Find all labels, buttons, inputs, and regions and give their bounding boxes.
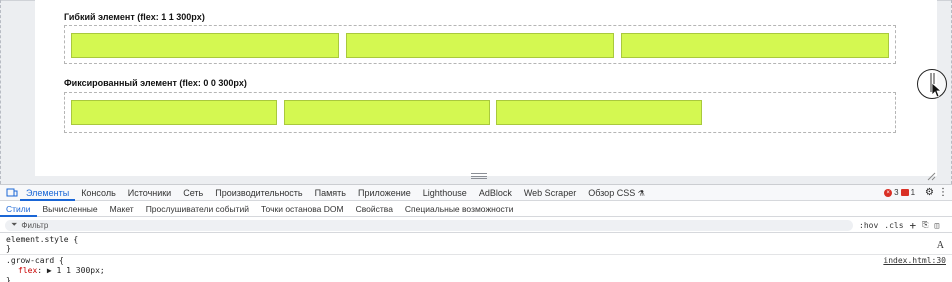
filter-placeholder: Фильтр [21, 220, 49, 230]
property-value: ▶ 1 1 300px; [46, 266, 105, 275]
error-icon: × [884, 188, 893, 197]
cls-toggle[interactable]: .cls [884, 221, 903, 230]
source-link[interactable]: index.html:30 [883, 256, 946, 265]
element-state-icon[interactable]: ⎘ [922, 220, 928, 230]
fixed-container [64, 92, 896, 133]
devtools-main-tabs: Элементы Консоль Источники Сеть Производ… [0, 185, 952, 201]
tab-css-overview[interactable]: Обзор CSS ⚗ [582, 185, 651, 201]
rendered-page: Гибкий элемент (flex: 1 1 300px) Фиксиро… [35, 0, 937, 176]
flexible-section-title: Гибкий элемент (flex: 1 1 300px) [64, 12, 205, 22]
flexible-container [64, 25, 896, 64]
device-toolbar-icon[interactable] [4, 185, 20, 201]
tab-console[interactable]: Консоль [75, 185, 122, 201]
tab-css-overview-label: Обзор CSS [588, 187, 636, 198]
subtab-styles[interactable]: Стили [0, 202, 37, 217]
hov-toggle[interactable]: :hov [859, 221, 878, 230]
property-name: flex [18, 266, 38, 275]
filter-bar: ⏷ Фильтр :hov .cls + ⎘ ◫ [0, 218, 952, 233]
grow-card-close: } [6, 276, 11, 282]
fixed-card [284, 100, 490, 125]
font-editor-icon[interactable]: A [937, 240, 944, 251]
element-style-close: } [6, 244, 11, 253]
settings-gear-icon[interactable]: ⚙ [925, 187, 934, 198]
message-count: 1 [910, 188, 916, 197]
tab-web-scraper[interactable]: Web Scraper [518, 185, 582, 201]
corner-resize-grip[interactable] [926, 171, 936, 181]
styles-pane: element.style { } A .grow-card { index.h… [0, 234, 952, 282]
subtab-accessibility[interactable]: Специальные возможности [399, 202, 520, 217]
styles-toolbar: :hov .cls + ⎘ ◫ [859, 219, 939, 232]
browser-viewport: Гибкий элемент (flex: 1 1 300px) Фиксиро… [0, 0, 952, 184]
rule-divider [0, 254, 952, 255]
fixed-card [71, 100, 277, 125]
status-cluster: × 3 1 ⚙ ⋮ [884, 187, 952, 198]
flex-declaration[interactable]: flex: ▶ 1 1 300px; [18, 266, 105, 275]
message-icon [900, 189, 909, 196]
new-rule-plus-icon[interactable]: + [910, 219, 917, 232]
styles-sub-tabs: Стили Вычисленные Макет Прослушиватели с… [0, 202, 952, 217]
toggle-sidebar-icon[interactable]: ◫ [935, 221, 940, 230]
subtab-dom-breakpoints[interactable]: Точки останова DOM [255, 202, 350, 217]
flask-icon: ⚗ [637, 188, 645, 198]
subtab-properties[interactable]: Свойства [350, 202, 399, 217]
error-badge[interactable]: × 3 1 [884, 188, 915, 197]
subtab-computed[interactable]: Вычисленные [37, 202, 104, 217]
tab-application[interactable]: Приложение [352, 185, 417, 201]
tab-sources[interactable]: Источники [122, 185, 177, 201]
tab-memory[interactable]: Память [309, 185, 352, 201]
styles-filter-input[interactable]: ⏷ Фильтр [5, 219, 853, 231]
filter-funnel-icon: ⏷ [11, 220, 18, 229]
element-style-selector[interactable]: element.style { [6, 235, 78, 244]
error-count: 3 [894, 188, 899, 197]
subtab-layout[interactable]: Макет [104, 202, 140, 217]
cursor-highlight [917, 69, 947, 99]
flex-card [71, 33, 339, 58]
grow-card-selector[interactable]: .grow-card { [6, 256, 64, 265]
more-options-icon[interactable]: ⋮ [938, 187, 948, 198]
panel-resize-handle[interactable] [471, 173, 487, 179]
tab-lighthouse[interactable]: Lighthouse [417, 185, 473, 201]
tab-elements[interactable]: Элементы [20, 185, 76, 201]
tab-adblock[interactable]: AdBlock [473, 185, 518, 201]
tab-performance[interactable]: Производительность [209, 185, 308, 201]
flex-card [621, 33, 889, 58]
devtools-panel: Элементы Консоль Источники Сеть Производ… [0, 184, 952, 282]
flex-card [346, 33, 614, 58]
pointer-cursor-icon [930, 73, 943, 98]
subtab-event-listeners[interactable]: Прослушиватели событий [140, 202, 255, 217]
tab-network[interactable]: Сеть [177, 185, 209, 201]
fixed-card [496, 100, 702, 125]
fixed-section-title: Фиксированный элемент (flex: 0 0 300px) [64, 78, 247, 88]
